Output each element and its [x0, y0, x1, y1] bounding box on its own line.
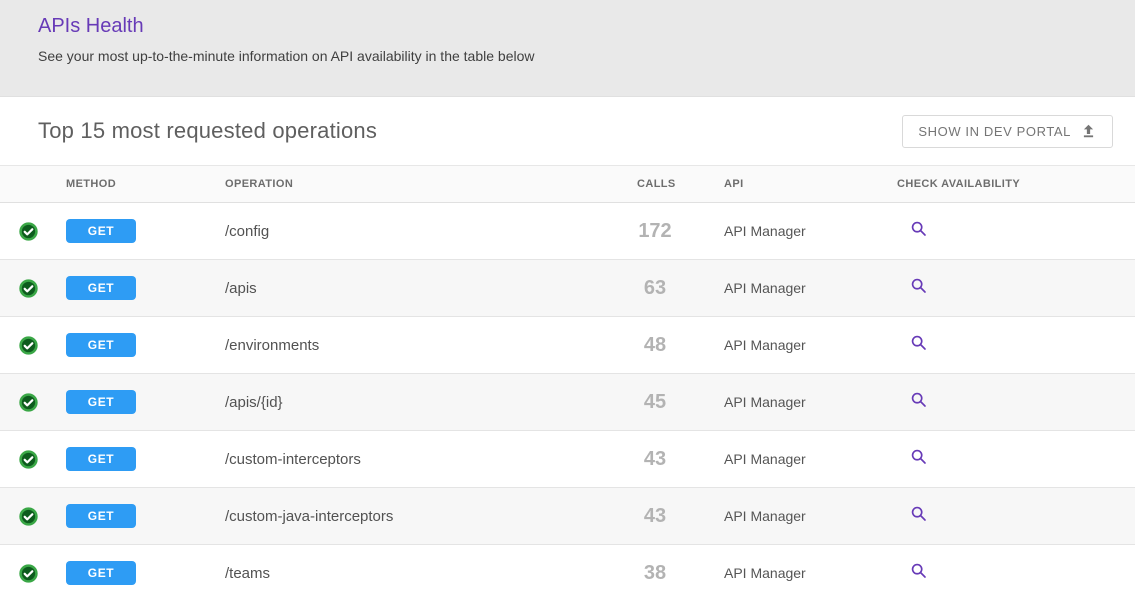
calls-cell: 63: [637, 277, 724, 300]
calls-cell: 172: [637, 220, 724, 243]
check-circle-icon: [19, 507, 38, 526]
search-icon: [909, 333, 928, 355]
page-title: APIs Health: [38, 13, 1097, 39]
check-availability-button[interactable]: [909, 390, 928, 412]
page-subtitle: See your most up-to-the-minute informati…: [38, 47, 1097, 65]
column-header-method: METHOD: [66, 178, 225, 190]
method-cell: GET: [66, 390, 225, 414]
check-availability-cell: [897, 333, 1135, 357]
api-name: API Manager: [724, 223, 897, 239]
table-body: GET /config 172 API Manager: [0, 203, 1135, 589]
column-header-api: API: [724, 178, 897, 190]
table-row: GET /custom-java-interceptors 43 API Man…: [0, 488, 1135, 545]
table-header-row: METHOD OPERATION CALLS API CHECK AVAILAB…: [0, 165, 1135, 203]
column-header-calls: CALLS: [637, 178, 724, 190]
show-in-dev-portal-button[interactable]: SHOW IN DEV PORTAL: [902, 115, 1113, 148]
check-circle-icon: [19, 336, 38, 355]
check-circle-icon: [19, 393, 38, 412]
calls-value: 48: [637, 334, 673, 357]
method-badge: GET: [66, 276, 136, 300]
calls-value: 43: [637, 505, 673, 528]
check-availability-cell: [897, 447, 1135, 471]
method-cell: GET: [66, 219, 225, 243]
method-cell: GET: [66, 447, 225, 471]
check-availability-button[interactable]: [909, 504, 928, 526]
operation-path: /custom-java-interceptors: [225, 508, 637, 525]
method-cell: GET: [66, 561, 225, 585]
check-circle-icon: [19, 450, 38, 469]
column-header-operation: OPERATION: [225, 178, 637, 190]
operation-path: /apis/{id}: [225, 394, 637, 411]
status-cell: [0, 279, 66, 298]
section-bar: Top 15 most requested operations SHOW IN…: [0, 97, 1135, 165]
upload-icon: [1080, 123, 1097, 140]
search-icon: [909, 219, 928, 241]
status-cell: [0, 450, 66, 469]
check-availability-button[interactable]: [909, 333, 928, 355]
operation-path: /environments: [225, 337, 637, 354]
search-icon: [909, 561, 928, 583]
calls-value: 45: [637, 391, 673, 414]
check-availability-button[interactable]: [909, 561, 928, 583]
calls-cell: 38: [637, 562, 724, 585]
api-name: API Manager: [724, 508, 897, 524]
method-badge: GET: [66, 447, 136, 471]
api-name: API Manager: [724, 451, 897, 467]
api-name: API Manager: [724, 280, 897, 296]
check-circle-icon: [19, 564, 38, 583]
operation-path: /config: [225, 223, 637, 240]
method-badge: GET: [66, 504, 136, 528]
operation-path: /teams: [225, 565, 637, 582]
api-name: API Manager: [724, 394, 897, 410]
check-availability-cell: [897, 276, 1135, 300]
operation-path: /custom-interceptors: [225, 451, 637, 468]
status-cell: [0, 336, 66, 355]
calls-value: 43: [637, 448, 673, 471]
method-cell: GET: [66, 276, 225, 300]
check-circle-icon: [19, 279, 38, 298]
search-icon: [909, 447, 928, 469]
search-icon: [909, 504, 928, 526]
method-cell: GET: [66, 333, 225, 357]
check-availability-button[interactable]: [909, 447, 928, 469]
status-cell: [0, 507, 66, 526]
calls-cell: 48: [637, 334, 724, 357]
status-cell: [0, 222, 66, 241]
api-name: API Manager: [724, 337, 897, 353]
check-availability-cell: [897, 219, 1135, 243]
calls-value: 38: [637, 562, 673, 585]
method-badge: GET: [66, 333, 136, 357]
check-availability-cell: [897, 390, 1135, 414]
check-availability-cell: [897, 561, 1135, 585]
calls-value: 172: [637, 220, 673, 243]
apis-health-banner: APIs Health See your most up-to-the-minu…: [0, 0, 1135, 97]
status-cell: [0, 393, 66, 412]
method-cell: GET: [66, 504, 225, 528]
search-icon: [909, 276, 928, 298]
method-badge: GET: [66, 219, 136, 243]
calls-cell: 45: [637, 391, 724, 414]
search-icon: [909, 390, 928, 412]
table-row: GET /environments 48 API Manager: [0, 317, 1135, 374]
check-availability-button[interactable]: [909, 219, 928, 241]
status-cell: [0, 564, 66, 583]
api-name: API Manager: [724, 565, 897, 581]
check-circle-icon: [19, 222, 38, 241]
column-header-check-availability: CHECK AVAILABILITY: [897, 178, 1135, 190]
table-row: GET /custom-interceptors 43 API Manager: [0, 431, 1135, 488]
method-badge: GET: [66, 561, 136, 585]
operation-path: /apis: [225, 280, 637, 297]
method-badge: GET: [66, 390, 136, 414]
table-row: GET /apis/{id} 45 API Manager: [0, 374, 1135, 431]
check-availability-button[interactable]: [909, 276, 928, 298]
calls-cell: 43: [637, 448, 724, 471]
check-availability-cell: [897, 504, 1135, 528]
table-row: GET /config 172 API Manager: [0, 203, 1135, 260]
section-title: Top 15 most requested operations: [38, 118, 377, 144]
show-in-dev-portal-label: SHOW IN DEV PORTAL: [918, 124, 1071, 139]
table-row: GET /teams 38 API Manager: [0, 545, 1135, 589]
table-row: GET /apis 63 API Manager: [0, 260, 1135, 317]
calls-value: 63: [637, 277, 673, 300]
calls-cell: 43: [637, 505, 724, 528]
